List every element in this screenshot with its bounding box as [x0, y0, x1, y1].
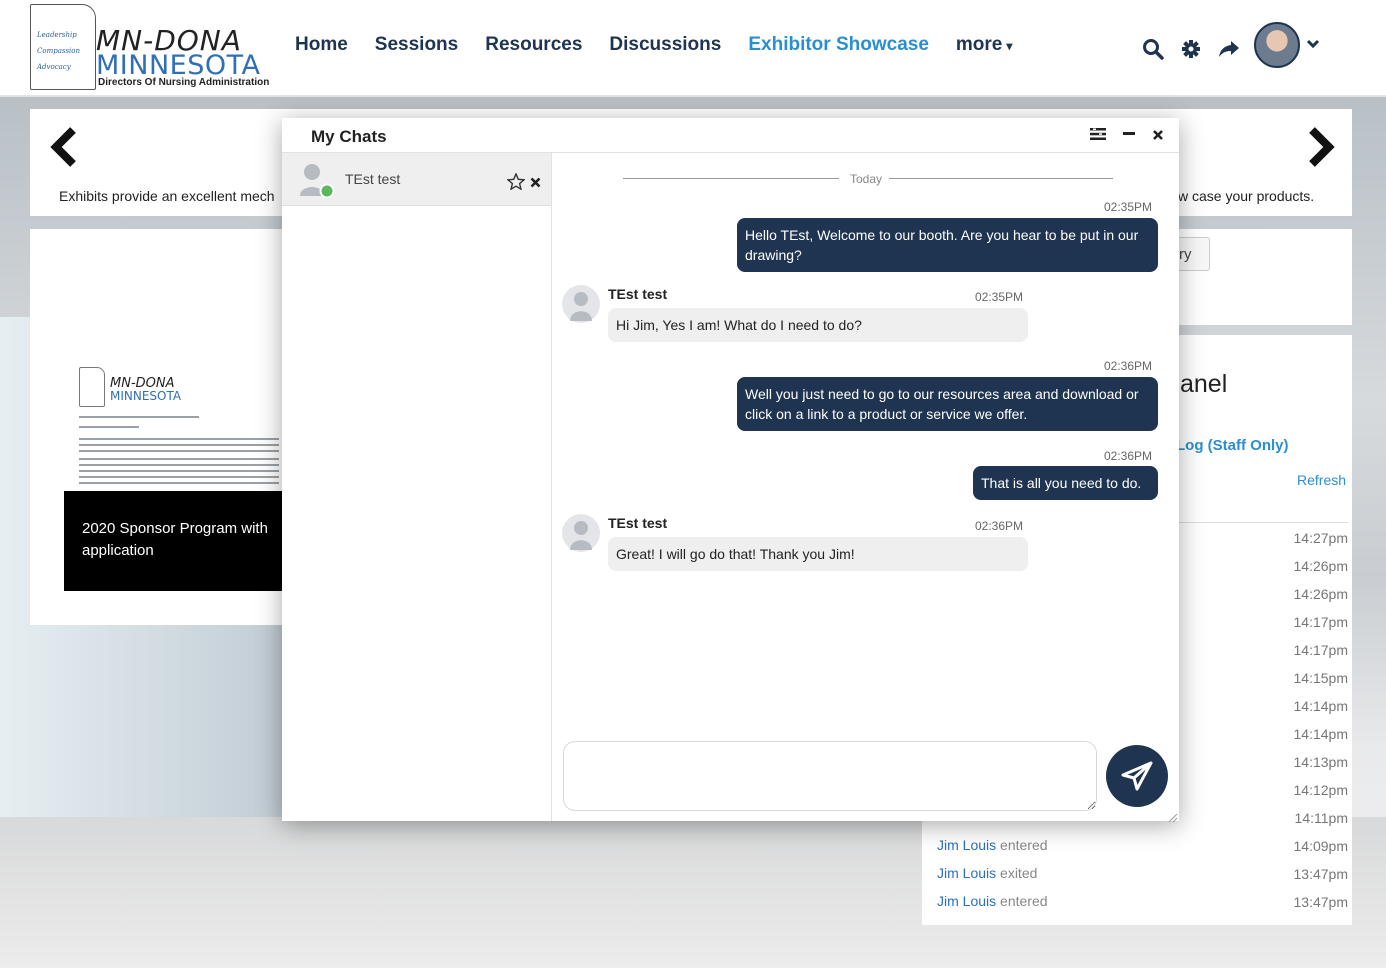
chat-menu-icon[interactable]	[1090, 127, 1106, 146]
minnesota-state-outline: Leadership Compassion Advocacy	[30, 4, 96, 90]
paper-plane-icon	[1121, 761, 1153, 791]
gear-icon[interactable]	[1178, 34, 1204, 64]
activity-time: 14:27pm	[1293, 530, 1348, 546]
message-time: 02:36PM	[1104, 359, 1153, 373]
chat-title: My Chats	[311, 127, 387, 146]
message-time: 02:36PM	[975, 519, 1024, 533]
nav-more[interactable]: more ▾	[956, 34, 1013, 56]
attendee-name-link[interactable]: Jim Louis	[937, 837, 996, 853]
sponsor-program-caption[interactable]: 2020 Sponsor Program with application	[64, 491, 282, 591]
activity-time: 13:47pm	[1293, 866, 1348, 882]
conversation-list: TEst test	[282, 153, 552, 821]
outgoing-message: That is all you need to do.	[973, 466, 1158, 500]
activity-time: 14:14pm	[1293, 726, 1348, 742]
activity-times: 14:27pm 14:26pm 14:26pm 14:17pm 14:17pm …	[1280, 530, 1348, 922]
minimize-icon[interactable]	[1122, 127, 1136, 146]
incoming-message: Hi Jim, Yes I am! What do I need to do?	[608, 308, 1028, 342]
divider	[1176, 522, 1348, 523]
attendee-name-link[interactable]: Jim Louis	[937, 865, 996, 881]
document-thumbnail[interactable]	[75, 362, 285, 492]
activity-action: entered	[1000, 837, 1048, 853]
top-navigation-bar: Leadership Compassion Advocacy MN-DONA M…	[0, 0, 1386, 96]
refresh-link[interactable]: Refresh	[1297, 472, 1346, 488]
nav-resources[interactable]: Resources	[485, 34, 582, 56]
conversation-item[interactable]: TEst test	[282, 153, 551, 206]
resize-grip-icon[interactable]	[1168, 810, 1178, 828]
close-icon[interactable]	[1152, 128, 1164, 146]
activity-entry: Jim Louis exited	[937, 865, 1048, 893]
sender-avatar-icon	[562, 514, 600, 559]
nav-exhibitor-showcase[interactable]: Exhibitor Showcase	[748, 34, 929, 56]
activity-time: 14:09pm	[1293, 838, 1348, 854]
sender-name: TEst test	[608, 515, 668, 531]
staff-log-link[interactable]: Log (Staff Only)	[1176, 437, 1289, 454]
activity-time: 14:17pm	[1293, 642, 1348, 658]
my-chats-window: My Chats TEst test Today 02:35PM Hello T…	[282, 118, 1179, 823]
remove-conversation-icon[interactable]	[530, 175, 541, 193]
search-icon[interactable]	[1140, 34, 1166, 64]
activity-panel-title: anel	[1180, 370, 1228, 398]
share-icon[interactable]	[1216, 34, 1242, 64]
sender-name: TEst test	[608, 286, 668, 302]
chat-window-controls	[1090, 127, 1164, 146]
activity-time: 14:12pm	[1293, 782, 1348, 798]
caret-down-icon: ▾	[1006, 39, 1013, 53]
mn-dona-logo[interactable]: Leadership Compassion Advocacy MN-DONA M…	[26, 2, 270, 92]
activity-time: 14:13pm	[1293, 754, 1348, 770]
divider-line	[889, 178, 1113, 179]
activity-time: 14:11pm	[1294, 810, 1348, 826]
date-divider: Today	[623, 172, 1113, 186]
message-thread: Today 02:35PM Hello TEst, Welcome to our…	[553, 153, 1179, 743]
send-button[interactable]	[1106, 745, 1168, 807]
conversation-name: TEst test	[345, 171, 401, 187]
message-input[interactable]	[563, 741, 1097, 811]
document-logo-state: MINNESOTA	[110, 389, 182, 403]
conversation-actions	[506, 172, 541, 195]
chat-header: My Chats	[282, 118, 1179, 153]
main-nav: Home Sessions Resources Discussions Exhi…	[295, 34, 1039, 56]
nav-sessions[interactable]: Sessions	[375, 34, 458, 56]
activity-time: 14:26pm	[1293, 586, 1348, 602]
nav-actions	[1140, 22, 1320, 68]
activity-entry: Jim Louis entered	[937, 893, 1048, 921]
activity-time: 13:47pm	[1293, 894, 1348, 910]
outgoing-message: Well you just need to go to our resource…	[737, 377, 1158, 431]
message-time: 02:35PM	[975, 290, 1024, 304]
message-time: 02:36PM	[1104, 449, 1153, 463]
chevron-right-icon[interactable]	[1306, 126, 1336, 173]
divider-line	[623, 178, 839, 179]
user-avatar[interactable]	[1254, 22, 1300, 68]
chevron-left-icon[interactable]	[49, 126, 79, 173]
outgoing-message: Hello TEst, Welcome to our booth. Are yo…	[737, 218, 1158, 272]
activity-time: 14:26pm	[1293, 558, 1348, 574]
activity-time: 14:14pm	[1293, 698, 1348, 714]
chevron-down-icon[interactable]	[1306, 36, 1320, 54]
contact-avatar-icon	[298, 162, 336, 203]
star-icon[interactable]	[506, 172, 526, 195]
exhibit-description: Exhibits provide an excellent mech	[59, 188, 275, 204]
activity-action: entered	[1000, 893, 1048, 909]
activity-entries: Jim Louis entered Jim Louis exited Jim L…	[937, 837, 1048, 921]
nav-discussions[interactable]: Discussions	[609, 34, 721, 56]
activity-entry: Jim Louis entered	[937, 837, 1048, 865]
attendee-name-link[interactable]: Jim Louis	[937, 893, 996, 909]
activity-action: exited	[1000, 865, 1038, 881]
activity-time: 14:15pm	[1293, 670, 1348, 686]
exhibit-description-end: w case your products.	[1178, 188, 1315, 204]
incoming-message: Great! I will go do that! Thank you Jim!	[608, 537, 1028, 571]
activity-time: 14:17pm	[1293, 614, 1348, 630]
sender-avatar-icon	[562, 285, 600, 330]
document-logo-outline	[79, 367, 105, 407]
logo-state-word: Advocacy	[37, 63, 71, 71]
logo-state-word: Leadership	[37, 31, 77, 39]
date-divider-label: Today	[850, 172, 883, 186]
logo-tagline: Directors Of Nursing Administration	[98, 77, 270, 88]
nav-home[interactable]: Home	[295, 34, 348, 56]
logo-state-word: Compassion	[37, 47, 81, 55]
nav-more-label: more	[955, 34, 1003, 55]
partial-button[interactable]: ry	[1176, 237, 1210, 271]
message-time: 02:35PM	[1104, 200, 1153, 214]
